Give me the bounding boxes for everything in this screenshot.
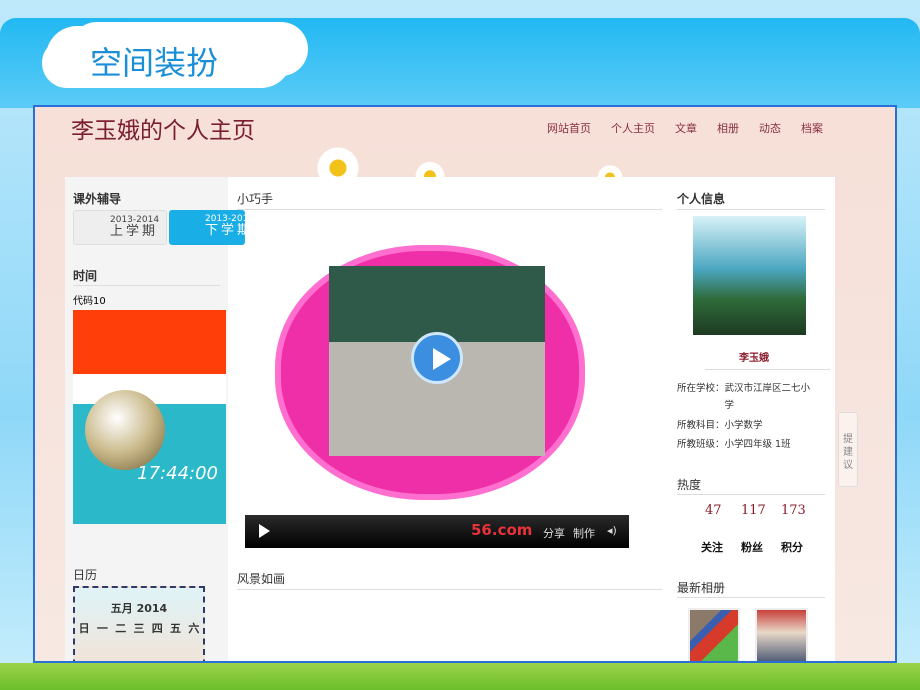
term2-button[interactable]: 2013-2014下学期 xyxy=(169,210,245,245)
divider xyxy=(237,589,662,590)
weekday: 五 xyxy=(170,622,182,635)
grass-decoration xyxy=(0,663,920,690)
ball-graphic xyxy=(85,390,165,470)
screenshot-window: 李玉娥的个人主页 网站首页 个人主页 文章 相册 动态 档案 课外辅导 2013… xyxy=(33,105,897,663)
school-row: 所在学校：武汉市江岸区二七小学 xyxy=(677,380,817,414)
crafts-heading: 小巧手 xyxy=(237,192,274,206)
divider xyxy=(705,369,830,370)
weekday: 二 xyxy=(115,622,127,635)
points-label[interactable]: 积分 xyxy=(781,539,803,555)
nav-home[interactable]: 网站首页 xyxy=(547,120,591,136)
class-row: 所教班级：小学四年级 1班 xyxy=(677,436,791,453)
time-heading: 时间 xyxy=(73,269,98,283)
follow-count: 47 xyxy=(705,503,722,518)
content-panel: 课外辅导 2013-2014上学期 2013-2014下学期 时间 代码10 1… xyxy=(65,177,835,661)
daisy-decoration xyxy=(315,147,361,177)
calendar-heading: 日历 xyxy=(73,568,98,582)
divider xyxy=(677,494,825,495)
share-button[interactable]: 分享 xyxy=(543,525,565,541)
subject-label: 所教科目： xyxy=(677,420,725,431)
feedback-tab[interactable]: 提建议 xyxy=(838,412,858,487)
subject-value: 小学数学 xyxy=(724,420,763,431)
nav-personal[interactable]: 个人主页 xyxy=(611,120,655,136)
tutoring-heading: 课外辅导 xyxy=(73,192,122,206)
calendar-widget: 五月 2014 日一二三四五六 xyxy=(73,586,205,661)
feedback-label: 提建议 xyxy=(843,434,853,471)
weekday: 一 xyxy=(96,622,108,635)
term1-label: 上学期 xyxy=(110,224,159,239)
class-label: 所教班级： xyxy=(677,439,725,450)
school-label: 所在学校： xyxy=(677,383,725,394)
points-count: 173 xyxy=(781,503,806,518)
divider xyxy=(73,285,220,286)
weekday: 四 xyxy=(151,622,163,635)
term1-button[interactable]: 2013-2014 上学期 xyxy=(73,210,167,245)
top-nav: 网站首页 个人主页 文章 相册 动态 档案 xyxy=(547,120,823,136)
nav-archive[interactable]: 档案 xyxy=(801,120,823,136)
weekday: 六 xyxy=(188,622,200,635)
profile-name[interactable]: 李玉娥 xyxy=(677,349,831,364)
album-thumbnail[interactable] xyxy=(688,608,740,661)
weekday: 三 xyxy=(133,622,145,635)
brand-logo: 56.com xyxy=(471,521,533,539)
volume-icon[interactable]: ◂) xyxy=(607,524,617,537)
nav-articles[interactable]: 文章 xyxy=(675,120,697,136)
calendar-month: 五月 2014 xyxy=(110,602,168,615)
follow-label[interactable]: 关注 xyxy=(701,539,723,555)
term2-label: 下学期 xyxy=(205,223,245,238)
page-title: 李玉娥的个人主页 xyxy=(71,118,255,144)
fans-label[interactable]: 粉丝 xyxy=(741,539,763,555)
profile-photo[interactable] xyxy=(693,216,806,335)
subject-row: 所教科目：小学数学 xyxy=(677,417,763,434)
divider xyxy=(677,597,825,598)
calendar-weekdays: 日一二三四五六 xyxy=(75,620,203,636)
heat-heading: 热度 xyxy=(677,478,702,492)
play-icon[interactable] xyxy=(411,332,463,384)
left-column: 课外辅导 2013-2014上学期 2013-2014下学期 时间 代码10 1… xyxy=(65,177,245,661)
profile-heading: 个人信息 xyxy=(677,192,726,206)
video-control-bar: 56.com 分享 制作 ◂) xyxy=(245,515,629,548)
weekday: 日 xyxy=(78,622,90,635)
nav-activity[interactable]: 动态 xyxy=(759,120,781,136)
clock-widget: 17:44:00 xyxy=(73,310,226,524)
school-value: 武汉市江岸区二七小学 xyxy=(724,383,811,411)
slide-title: 空间装扮 xyxy=(90,44,219,82)
album-thumbnail[interactable] xyxy=(755,608,808,661)
make-button[interactable]: 制作 xyxy=(573,525,595,541)
divider xyxy=(677,209,825,210)
clock-time: 17:44:00 xyxy=(137,463,218,484)
class-value: 小学四年级 1班 xyxy=(724,439,791,450)
play-button-icon[interactable] xyxy=(259,524,270,538)
code-text: 代码10 xyxy=(73,296,106,307)
fans-count: 117 xyxy=(741,503,766,518)
scenery-heading: 风景如画 xyxy=(237,572,286,586)
slide-title-cloud: 空间装扮 xyxy=(46,26,292,88)
nav-albums[interactable]: 相册 xyxy=(717,120,739,136)
albums-heading: 最新相册 xyxy=(677,581,726,595)
